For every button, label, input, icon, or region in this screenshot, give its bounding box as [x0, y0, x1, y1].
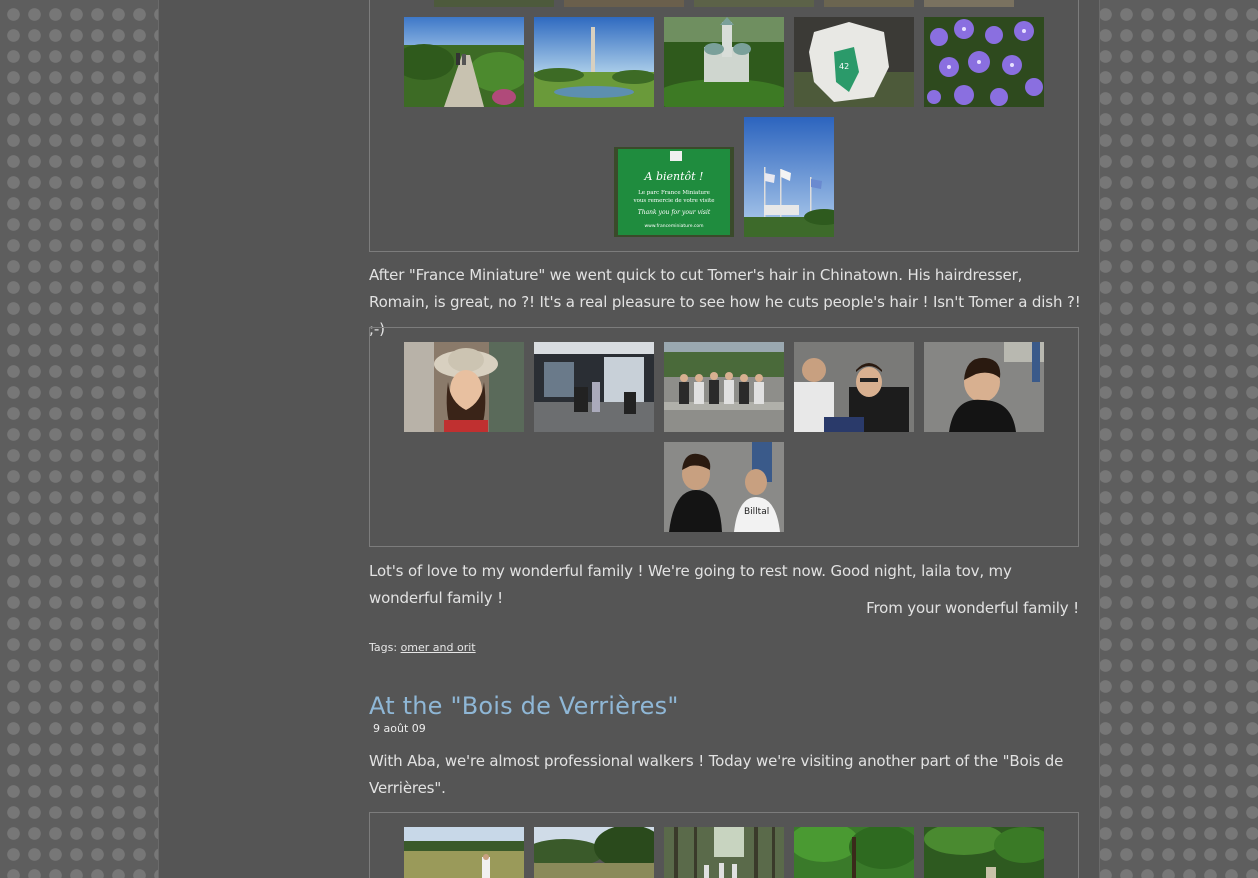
- tag-link-omer-and-orit[interactable]: omer and orit: [401, 641, 476, 654]
- photo-thumbnail-miniature-church[interactable]: [664, 17, 784, 107]
- photo-thumbnail-two-boys-back[interactable]: Billtal: [664, 442, 784, 532]
- sign-line-3: Thank you for your visit: [638, 209, 711, 216]
- photo-thumbnail-group-sitting[interactable]: [664, 342, 784, 432]
- photo-thumbnail-flags[interactable]: [744, 117, 834, 237]
- photo-thumbnail-forest-walkers[interactable]: [664, 827, 784, 878]
- post-date: 9 août 09: [373, 722, 426, 735]
- sign-line-1: Le parc France Miniature: [638, 190, 710, 196]
- sign-url: www.franceminiature.com: [644, 223, 703, 229]
- map-region-number: 42: [839, 62, 849, 71]
- shirt-print: Billtal: [744, 507, 769, 517]
- post-title-link[interactable]: At the "Bois de Verrières": [369, 692, 679, 720]
- sign-line-2: vous remercie de votre visite: [632, 198, 714, 204]
- photo-thumbnail-forest-edge[interactable]: [534, 827, 654, 878]
- photo-thumbnail-forest-path[interactable]: [924, 827, 1044, 878]
- post-tags: Tags: omer and orit: [369, 641, 476, 654]
- photo-thumbnail-boy-back[interactable]: [924, 342, 1044, 432]
- photo-thumbnail-girl-hat[interactable]: [404, 342, 524, 432]
- photo-thumbnail-park-path[interactable]: [404, 17, 524, 107]
- photo-thumbnail-field[interactable]: [404, 827, 524, 878]
- photo-thumbnail-goodbye-sign[interactable]: A bientôt ! Le parc France Miniature vou…: [614, 147, 734, 237]
- photo-thumbnail-hair-salon[interactable]: [534, 342, 654, 432]
- sign-goodbye-text: A bientôt !: [644, 170, 704, 183]
- post-paragraph-intro: With Aba, we're almost professional walk…: [369, 752, 1064, 797]
- tags-label: Tags:: [369, 641, 398, 654]
- post-signature: From your wonderful family !: [866, 599, 1079, 617]
- photo-thumbnail-green-trees[interactable]: [794, 827, 914, 878]
- photo-thumbnail-boys-eating[interactable]: [794, 342, 914, 432]
- photo-thumbnail-purple-flowers[interactable]: [924, 17, 1044, 107]
- photo-thumbnail-france-map[interactable]: 42: [794, 17, 914, 107]
- photo-thumbnail-tower-lake[interactable]: [534, 17, 654, 107]
